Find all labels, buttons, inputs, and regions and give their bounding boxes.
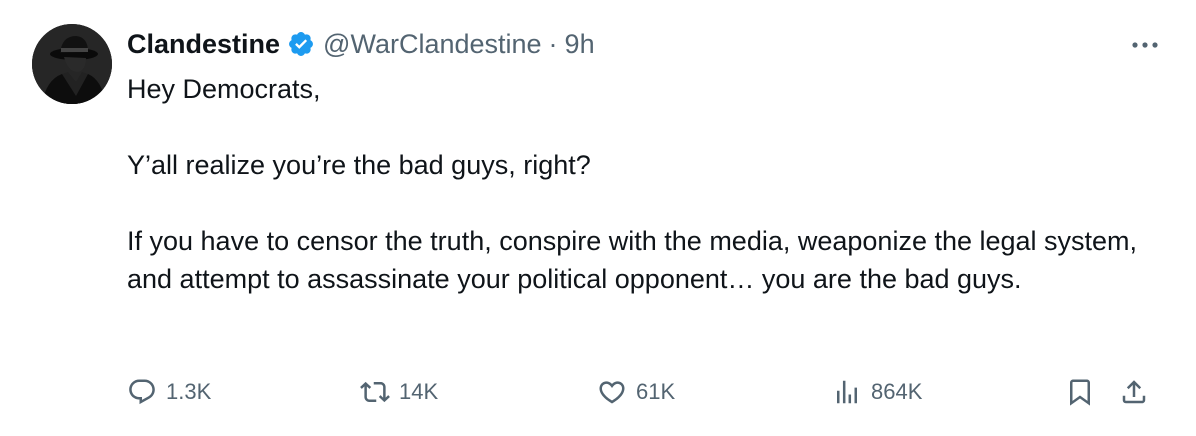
- tweet-paragraph: Y’all realize you’re the bad guys, right…: [127, 150, 591, 180]
- action-bar: 1.3K 14K 61K 864K: [127, 372, 1167, 412]
- tweet-paragraph: Hey Democrats,: [127, 74, 321, 104]
- bar-chart-icon: [837, 380, 857, 404]
- share-button[interactable]: [1119, 372, 1149, 412]
- repost-count: 14K: [399, 379, 439, 404]
- like-count: 61K: [636, 379, 676, 404]
- tweet-text: Hey Democrats, Y’all realize you’re the …: [127, 70, 1167, 298]
- tweet-card[interactable]: Clandestine @WarClandestine · 9h Hey Dem…: [0, 0, 1196, 436]
- like-button[interactable]: 61K: [597, 372, 675, 412]
- share-upload-icon: [1122, 380, 1146, 404]
- author-handle[interactable]: @WarClandestine: [323, 29, 542, 60]
- tweet-paragraph: If you have to censor the truth, conspir…: [127, 226, 1138, 294]
- heart-icon: [599, 381, 625, 404]
- tweet-header: Clandestine @WarClandestine · 9h: [127, 26, 595, 62]
- separator-dot: ·: [548, 28, 558, 59]
- repost-button[interactable]: 14K: [360, 372, 438, 412]
- author-name[interactable]: Clandestine: [127, 29, 280, 60]
- avatar[interactable]: [32, 24, 112, 104]
- timestamp[interactable]: 9h: [565, 29, 595, 60]
- bookmark-icon: [1070, 379, 1090, 406]
- reply-count: 1.3K: [166, 379, 212, 404]
- more-options-button[interactable]: [1125, 30, 1165, 60]
- repost-arrows-icon: [360, 381, 390, 403]
- verified-badge-icon[interactable]: [287, 30, 315, 58]
- bookmark-button[interactable]: [1065, 372, 1095, 412]
- more-dots-icon: [1132, 42, 1158, 48]
- views-count: 864K: [871, 379, 923, 404]
- speech-bubble-icon: [129, 379, 155, 405]
- reply-button[interactable]: 1.3K: [127, 372, 211, 412]
- views-button[interactable]: 864K: [832, 372, 922, 412]
